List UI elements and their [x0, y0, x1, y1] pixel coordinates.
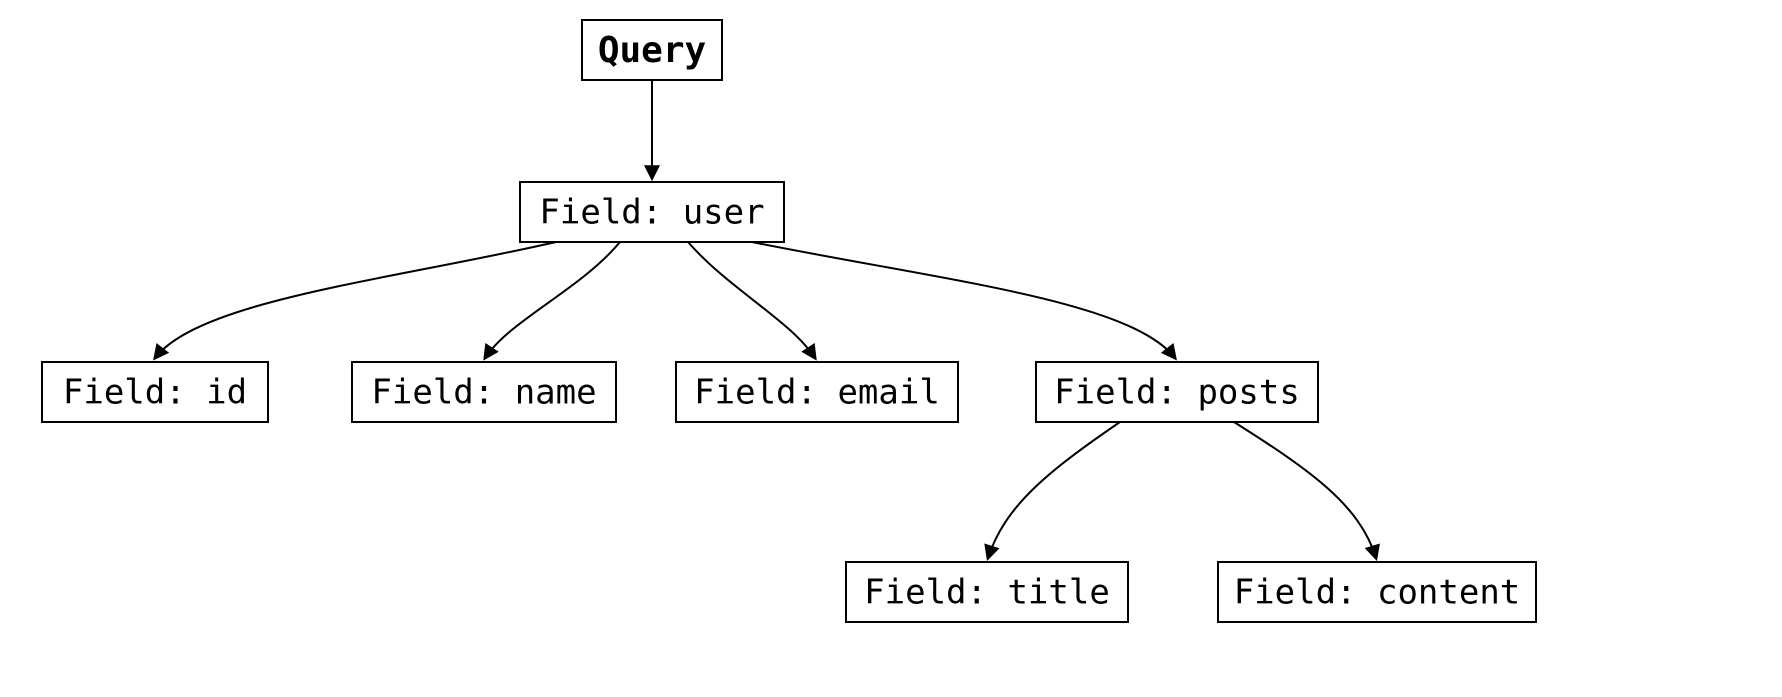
node-field-email-label: Field: email	[694, 373, 940, 413]
node-field-user-label: Field: user	[539, 193, 764, 233]
node-field-posts: Field: posts	[1036, 362, 1318, 422]
node-field-content: Field: content	[1218, 562, 1536, 622]
node-field-id-label: Field: id	[63, 373, 247, 413]
edge-user-posts	[752, 242, 1175, 358]
edge-posts-title	[988, 422, 1120, 558]
node-query: Query	[582, 20, 722, 80]
node-field-content-label: Field: content	[1234, 573, 1521, 613]
node-field-user: Field: user	[520, 182, 784, 242]
node-field-title-label: Field: title	[864, 573, 1110, 613]
edge-user-name	[485, 242, 620, 358]
query-tree-diagram: Query Field: user Field: id Field: name …	[0, 0, 1782, 697]
edge-user-email	[688, 242, 815, 358]
edge-posts-content	[1234, 422, 1376, 558]
node-field-title: Field: title	[846, 562, 1128, 622]
node-field-name: Field: name	[352, 362, 616, 422]
node-field-id: Field: id	[42, 362, 268, 422]
node-field-posts-label: Field: posts	[1054, 373, 1300, 413]
node-query-label: Query	[598, 30, 706, 71]
node-field-name-label: Field: name	[371, 373, 596, 413]
edge-user-id	[155, 242, 556, 358]
node-field-email: Field: email	[676, 362, 958, 422]
